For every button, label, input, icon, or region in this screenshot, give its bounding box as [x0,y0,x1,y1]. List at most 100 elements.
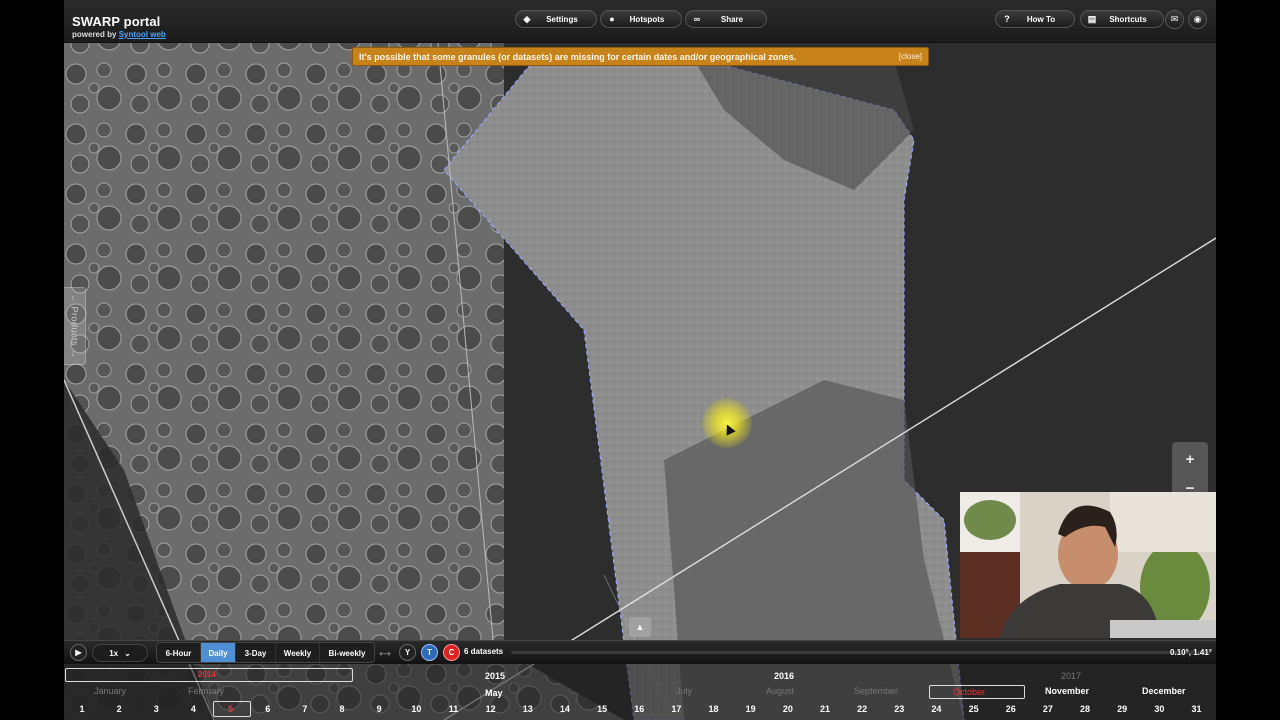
filter-t-button[interactable]: T [421,644,438,661]
zoom-in-button[interactable]: + [1172,446,1208,472]
filter-y-button[interactable]: Y [399,644,416,661]
year-2016[interactable]: 2016 [774,671,794,681]
timeline-track[interactable] [511,651,1211,654]
speed-value: 1x [109,648,119,658]
share-button[interactable]: ∞ Share [685,10,767,28]
day-29[interactable]: 29 [1110,704,1134,714]
link-icon: ∞ [693,14,701,24]
day-28[interactable]: 28 [1073,704,1097,714]
mail-icon: ✉ [1170,14,1179,24]
powered-by-label: powered by [72,30,117,39]
layers-icon: ◆ [523,13,531,24]
notice-text: It's possible that some granules (or dat… [359,51,797,62]
globe-button[interactable]: ◉ [1188,10,1207,29]
day-21[interactable]: 21 [813,704,837,714]
month-december[interactable]: December [1142,686,1186,696]
notice-close-link[interactable]: [close] [899,52,922,61]
day-14[interactable]: 14 [553,704,577,714]
interval-3-day[interactable]: 3-Day [236,643,276,662]
speed-select[interactable]: 1x ⌄ [92,644,148,662]
day-5[interactable]: 5 [219,704,243,714]
how-to-label: How To [1026,14,1056,24]
app-window: SWARP portal powered by Syntool web ◆ Se… [64,0,1216,720]
products-panel-tab[interactable]: ← Products → [64,287,86,365]
swap-arrows-icon[interactable]: ⟷ [376,644,394,662]
syntool-link[interactable]: Syntool web [119,30,166,39]
day-13[interactable]: 13 [516,704,540,714]
hotspots-button[interactable]: ● Hotspots [600,10,682,28]
shortcuts-button[interactable]: ▤ Shortcuts [1080,10,1164,28]
interval-6-hour[interactable]: 6-Hour [157,643,201,662]
day-25[interactable]: 25 [962,704,986,714]
shortcuts-label: Shortcuts [1109,14,1147,24]
year-2015[interactable]: 2015 [485,671,505,681]
day-8[interactable]: 8 [330,704,354,714]
how-to-button[interactable]: ? How To [995,10,1075,28]
day-24[interactable]: 24 [924,704,948,714]
day-17[interactable]: 17 [664,704,688,714]
products-tab-label: ← Products → [69,293,80,359]
caret-up-icon: ▲ [635,622,645,632]
month-may[interactable]: May [485,688,503,698]
keyboard-icon: ▤ [1087,13,1097,24]
y-icon: Y [404,648,411,657]
play-icon: ▶ [75,648,82,657]
month-january[interactable]: January [94,686,126,696]
day-9[interactable]: 9 [367,704,391,714]
day-6[interactable]: 6 [256,704,280,714]
c-icon: C [448,648,455,657]
cursor-coordinates: 0.10°, 1.41° [1170,648,1212,657]
day-12[interactable]: 12 [479,704,503,714]
settings-button[interactable]: ◆ Settings [515,10,597,28]
day-15[interactable]: 15 [590,704,614,714]
year-2014[interactable]: 2014 [198,670,216,679]
day-4[interactable]: 4 [181,704,205,714]
year-2017[interactable]: 2017 [1061,671,1081,681]
day-22[interactable]: 22 [850,704,874,714]
chevron-down-icon: ⌄ [124,648,131,658]
month-july[interactable]: July [676,686,692,696]
t-icon: T [427,648,432,657]
interval-daily[interactable]: Daily [201,643,236,662]
day-3[interactable]: 3 [144,704,168,714]
timeline-toolbar: ▶ 1x ⌄ 6-Hour Daily 3-Day Weekly Bi-week… [64,640,1216,664]
share-label: Share [720,14,744,24]
day-31[interactable]: 31 [1185,704,1209,714]
month-august[interactable]: August [766,686,794,696]
month-november[interactable]: November [1045,686,1089,696]
month-september[interactable]: September [854,686,898,696]
top-bar: SWARP portal powered by Syntool web ◆ Se… [64,0,1216,43]
day-7[interactable]: 7 [293,704,317,714]
webcam-overlay [960,492,1216,638]
presenter-video [960,492,1216,638]
month-october[interactable]: October [953,687,985,697]
app-title: SWARP portal [72,14,161,29]
day-26[interactable]: 26 [999,704,1023,714]
filter-c-button[interactable]: C [443,644,460,661]
day-20[interactable]: 20 [776,704,800,714]
day-2[interactable]: 2 [107,704,131,714]
hotspots-label: Hotspots [629,14,665,24]
month-february[interactable]: February [188,686,224,696]
datasets-count: 6 datasets [464,647,504,656]
map-pin-icon: ● [609,14,615,24]
interval-bi-weekly[interactable]: Bi-weekly [320,643,374,662]
mail-button[interactable]: ✉ [1165,10,1184,29]
day-19[interactable]: 19 [739,704,763,714]
day-23[interactable]: 23 [887,704,911,714]
day-18[interactable]: 18 [702,704,726,714]
day-1[interactable]: 1 [70,704,94,714]
brand: SWARP portal powered by Syntool web [72,14,166,39]
calendar-strip: 2014 2015 2016 2017 January February May… [64,664,1216,720]
day-16[interactable]: 16 [627,704,651,714]
play-button[interactable]: ▶ [70,644,87,661]
day-27[interactable]: 27 [1036,704,1060,714]
question-icon: ? [1004,14,1010,24]
interval-weekly[interactable]: Weekly [276,643,320,662]
day-30[interactable]: 30 [1147,704,1171,714]
missing-data-notice: It's possible that some granules (or dat… [352,47,929,66]
settings-label: Settings [546,14,578,24]
day-11[interactable]: 11 [442,704,466,714]
timeline-toggle-button[interactable]: ▲ [629,617,651,637]
day-10[interactable]: 10 [404,704,428,714]
